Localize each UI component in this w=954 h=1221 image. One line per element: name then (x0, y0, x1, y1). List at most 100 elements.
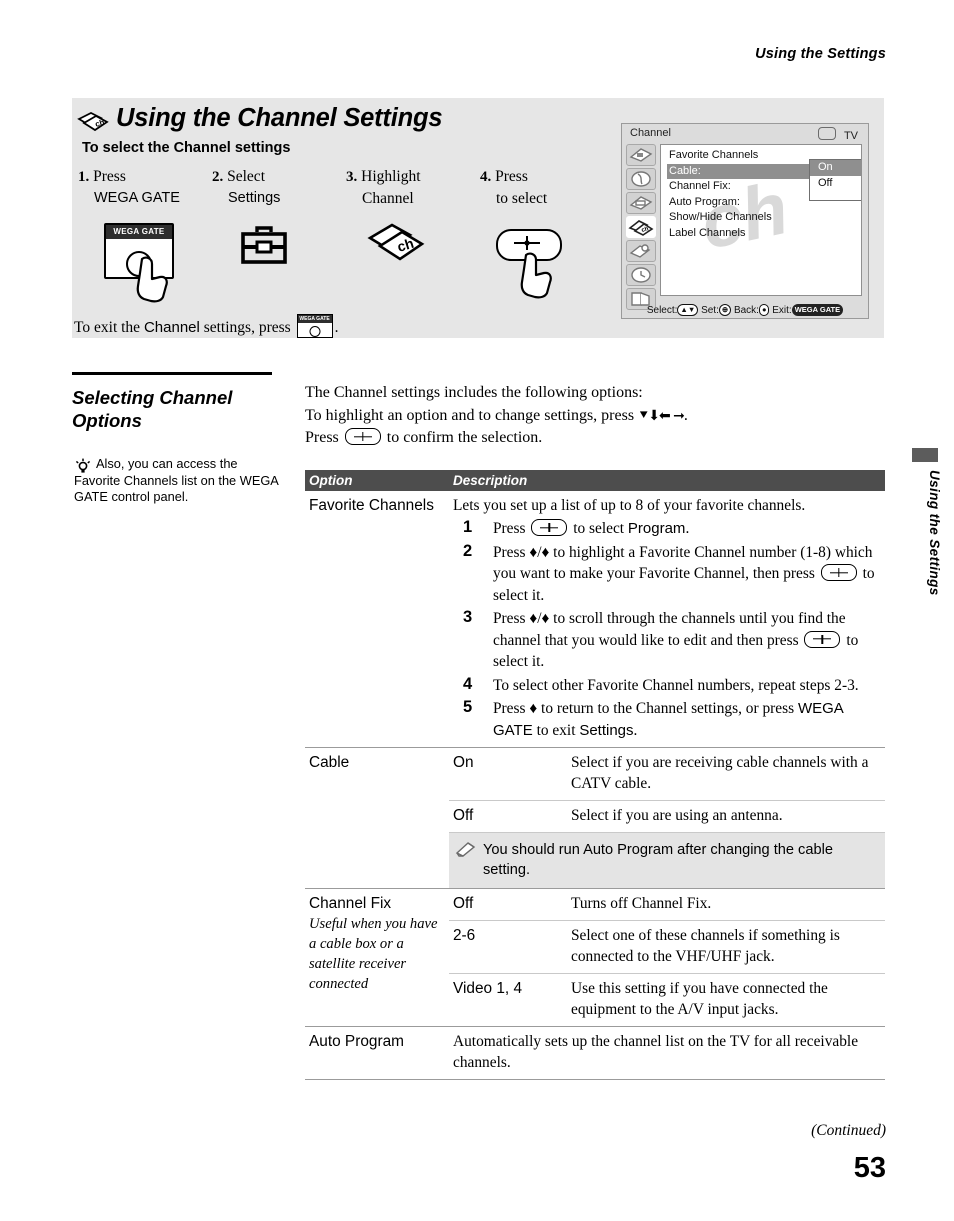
osd-menu-item-channel-fix[interactable]: Channel Fix: (667, 179, 807, 195)
channel-fix-description-off: Turns off Channel Fix. (567, 888, 885, 921)
exit-text-after: . (334, 319, 339, 336)
pressing-finger-icon (516, 251, 556, 299)
thumb-tab-marker (912, 448, 938, 462)
column-header-description: Description (449, 470, 885, 491)
osd-menu-item-label-channels[interactable]: Label Channels (667, 226, 807, 242)
procedure-subhead: To select the Channel settings (82, 140, 291, 156)
running-head: Using the Settings (755, 46, 886, 62)
select-button-glyph (531, 519, 568, 536)
channel-options-table: Option Description Favorite Channels Let… (305, 470, 885, 1080)
thumb-tab-label: Using the Settings (927, 470, 942, 596)
cable-option-on[interactable]: On (810, 160, 861, 176)
step-1-number: 1. (78, 169, 90, 185)
channel-settings-icon[interactable]: ch (626, 216, 656, 238)
cable-value-off: Off (449, 800, 567, 833)
wega-gate-cap-label: WEGA GATE (106, 225, 172, 239)
screen-settings-icon[interactable] (626, 192, 656, 214)
intro-line-2-post: . (683, 406, 688, 424)
column-header-option: Option (305, 470, 449, 491)
step-2-art (212, 221, 347, 299)
osd-hint-set-label: Set: (701, 305, 719, 316)
set-key-icon: ⊕ (718, 304, 732, 316)
channel-fix-note: Useful when you have a cable box or a sa… (309, 916, 438, 992)
favorite-step-3-text: Press ♦/♦ to scroll through the channels… (493, 610, 846, 649)
channel-fix-label: Channel Fix (309, 895, 392, 912)
favorite-step-3: 3 Press ♦/♦ to scroll through the channel… (453, 608, 879, 673)
cable-option-off[interactable]: Off (810, 176, 861, 192)
channel-fix-description-2-6: Select one of these channels if somethin… (567, 920, 885, 974)
table-row-channel-fix-off: Channel Fix Useful when you have a cable… (305, 888, 885, 1027)
intro-line-1: The Channel settings includes the follow… (305, 384, 643, 401)
step-2: 2. Select Settings (212, 166, 347, 299)
pressing-finger-icon (132, 255, 172, 303)
osd-menu-item-auto-program[interactable]: Auto Program: (667, 195, 807, 211)
step-1: 1. Press WEGA GATE WEGA GATE (78, 166, 213, 303)
osd-input-indicator: TV (817, 127, 858, 142)
direction-arrows-icon: ⯆⬇⬅ ➞ (638, 407, 685, 424)
step-2-target: Settings (228, 190, 281, 206)
step-3-target: Channel (362, 190, 414, 207)
favorite-step-1-number: 1 (463, 518, 473, 536)
favorite-step-1-bold: Program (627, 520, 686, 537)
favorite-channels-intro: Lets you set up a list of up to 8 of you… (453, 497, 806, 514)
intro-line-3-post: to confirm the selection. (382, 429, 543, 446)
favorite-step-5-post: . (633, 721, 638, 739)
cable-description-off: Select if you are using an antenna. (567, 800, 885, 833)
cable-note-text: You should run Auto Program after changi… (483, 842, 833, 878)
tv-osd-mock: Channel TV ch ch Favorite Channels Cable… (621, 123, 869, 319)
cable-value-on: On (449, 747, 567, 801)
favorite-step-2-text: Press ♦/♦ to highlight a Favorite Channe… (493, 543, 873, 583)
favorite-step-2-number: 2 (463, 541, 473, 560)
step-3-number: 3. (346, 169, 358, 185)
parental-settings-icon[interactable] (626, 240, 656, 262)
favorite-step-5-number: 5 (463, 698, 473, 716)
channel-cards-icon: ch (366, 221, 426, 274)
favorite-step-3-number: 3 (463, 608, 473, 626)
tip-text: Also, you can access the Favorite Channe… (74, 456, 279, 505)
favorite-step-1-post: . (685, 520, 690, 537)
favorite-step-1-mid: to select (569, 520, 628, 537)
favorite-step-5-bold2: Settings (579, 721, 634, 739)
intro-line-3-pre: Press (305, 429, 343, 446)
option-name-cable: Cable (305, 747, 449, 889)
osd-menu-item-favorite-channels[interactable]: Favorite Channels (667, 148, 807, 164)
tv-screen-icon (817, 127, 836, 140)
osd-menu-body: ch Favorite Channels Cable: Channel Fix:… (660, 144, 862, 296)
favorite-step-2: 2 Press ♦/♦ to highlight a Favorite Chann… (453, 542, 879, 607)
step-3: 3. Highlight Channel ch (346, 166, 481, 299)
channel-fix-value-2-6: 2-6 (449, 920, 567, 974)
lightbulb-tip-icon (74, 458, 92, 476)
channel-fix-value-off: Off (449, 888, 567, 921)
step-1-target: WEGA GATE (94, 190, 180, 206)
exit-text-middle: settings, press (199, 319, 295, 336)
section-rule (72, 372, 272, 375)
select-button-glyph (804, 630, 841, 648)
timer-settings-icon[interactable] (626, 264, 656, 286)
osd-hint-bar: Select: ▲▼ Set: ⊕ Back: ● Exit: WEGA GATE (622, 304, 868, 316)
pencil-note-icon (455, 841, 477, 857)
cable-note-callout: You should run Auto Program after changi… (449, 833, 885, 888)
favorite-step-4-text: To select other Favorite Channel numbers… (493, 676, 859, 694)
intro-line-2: To highlight an option and to change set… (305, 405, 885, 428)
step-4-target: to select (496, 190, 548, 207)
osd-menu-list: Favorite Channels Cable: Channel Fix: Au… (667, 148, 859, 242)
select-button-glyph (344, 428, 381, 445)
wega-gate-key-glyph: WEGA GATE (296, 314, 333, 338)
audio-settings-icon[interactable] (626, 168, 656, 190)
step-4-art (480, 221, 615, 299)
cable-dropdown[interactable]: On Off (809, 159, 861, 201)
option-name-favorite-channels: Favorite Channels (309, 497, 434, 514)
section-heading: Selecting Channel Options (72, 387, 233, 431)
osd-menu-item-show-hide-channels[interactable]: Show/Hide Channels (667, 210, 807, 226)
continued-note: (Continued) (811, 1122, 886, 1139)
intro-line-3: Press to confirm the selection. (305, 427, 885, 450)
picture-settings-icon[interactable] (626, 144, 656, 166)
favorite-step-5: 5 Press ♦ to return to the Channel settin… (453, 698, 879, 741)
page-number: 53 (853, 1152, 886, 1184)
option-description-favorite-channels: Lets you set up a list of up to 8 of you… (449, 491, 885, 748)
favorite-step-5-pre: Press ♦ to return to the Channel setting… (493, 700, 798, 717)
favorite-step-4: 4 To select other Favorite Channel number… (453, 675, 879, 697)
up-down-keys-icon: ▲▼ (677, 304, 699, 316)
favorite-channels-steps: 1 Press to select Program. 2 Press ♦/♦ to … (453, 518, 879, 741)
channel-fix-description-video: Use this setting if you have connected t… (567, 973, 885, 1027)
